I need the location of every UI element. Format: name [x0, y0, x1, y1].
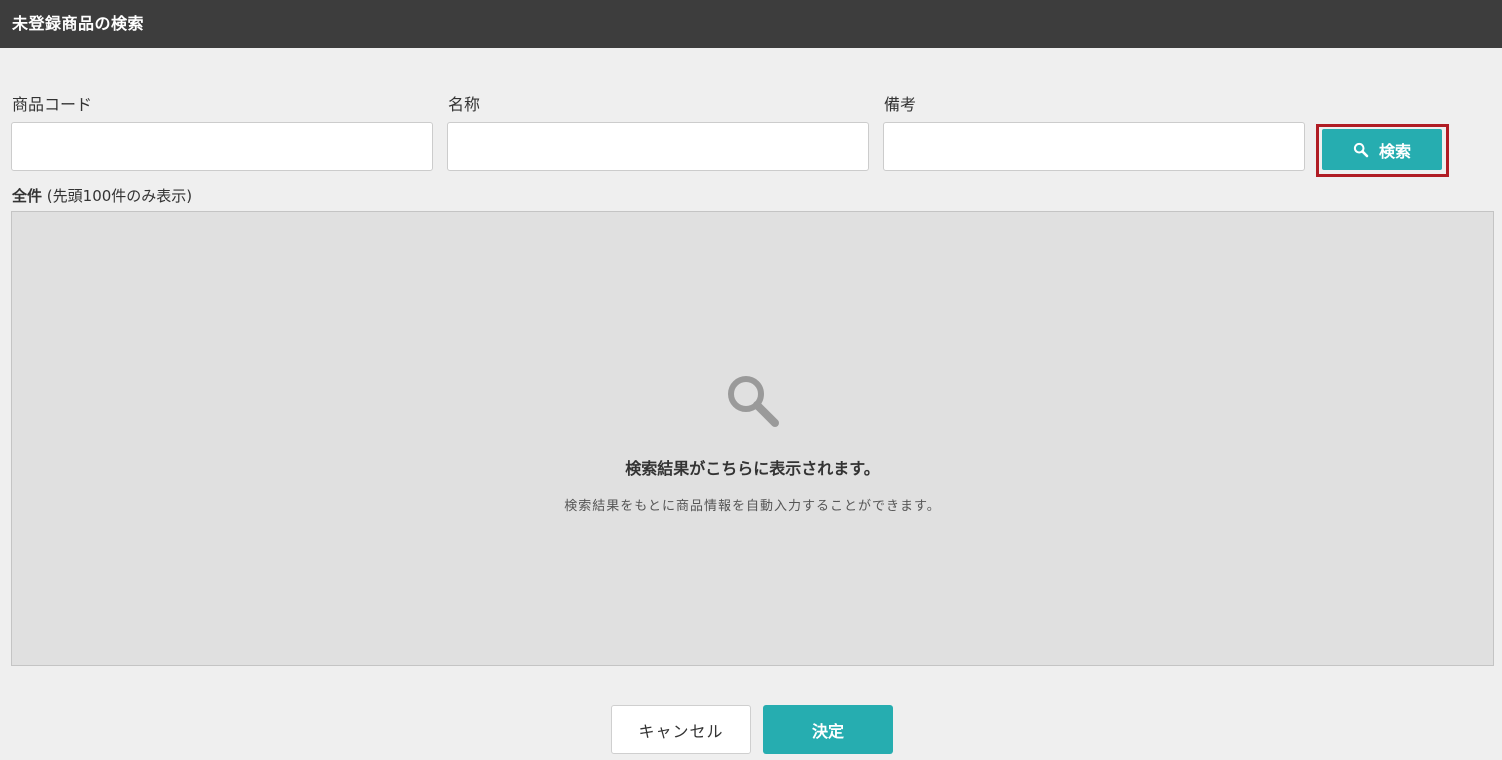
- note-input[interactable]: [883, 122, 1305, 171]
- name-label: 名称: [448, 95, 481, 114]
- result-count-label: 全件: [12, 187, 43, 205]
- confirm-button[interactable]: 決定: [763, 705, 893, 754]
- search-results-panel: 検索結果がこちらに表示されます。 検索結果をもとに商品情報を自動入力することがで…: [11, 211, 1494, 666]
- search-icon: [724, 372, 782, 434]
- search-icon: [1353, 142, 1369, 158]
- search-button[interactable]: 検索: [1322, 129, 1442, 170]
- product-code-label: 商品コード: [12, 95, 93, 114]
- result-limit-note: (先頭100件のみ表示): [46, 187, 193, 205]
- dialog-title: 未登録商品の検索: [12, 14, 145, 33]
- dialog-header: 未登録商品の検索: [0, 0, 1502, 48]
- product-code-input[interactable]: [11, 122, 433, 171]
- name-input[interactable]: [447, 122, 869, 171]
- empty-state-title: 検索結果がこちらに表示されます。: [625, 459, 880, 478]
- cancel-button[interactable]: キャンセル: [611, 705, 751, 754]
- note-label: 備考: [884, 95, 917, 114]
- empty-state-description: 検索結果をもとに商品情報を自動入力することができます。: [564, 499, 941, 514]
- result-count-caption: 全件 (先頭100件のみ表示): [12, 185, 192, 206]
- search-button-label: 検索: [1378, 141, 1411, 161]
